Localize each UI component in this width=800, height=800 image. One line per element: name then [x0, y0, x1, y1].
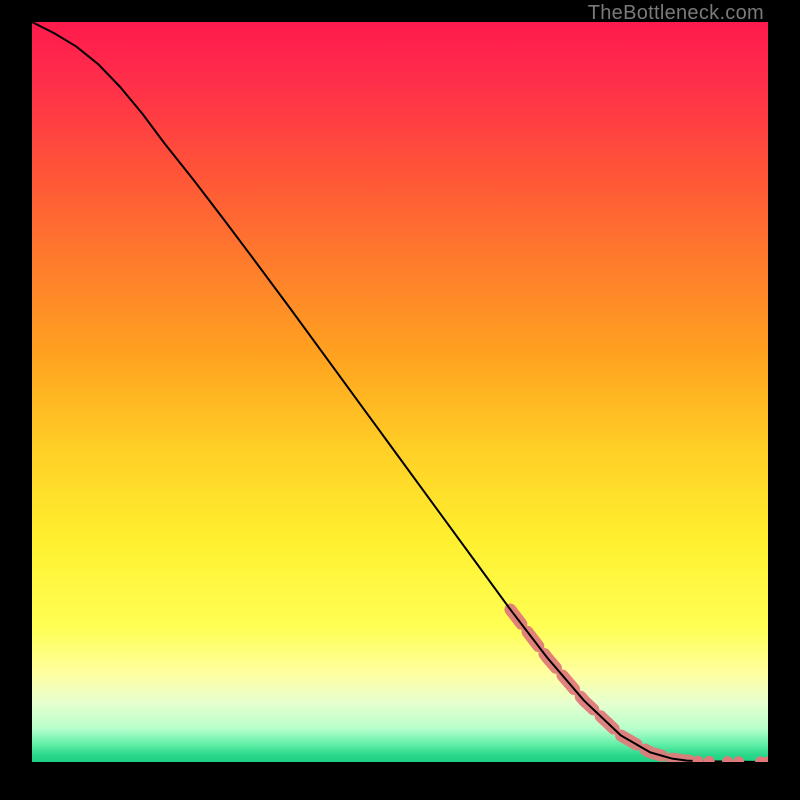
- chart-svg: [32, 22, 768, 762]
- chart-stage: TheBottleneck.com: [0, 0, 800, 800]
- gradient-background: [32, 22, 768, 762]
- plot-area: [32, 22, 768, 762]
